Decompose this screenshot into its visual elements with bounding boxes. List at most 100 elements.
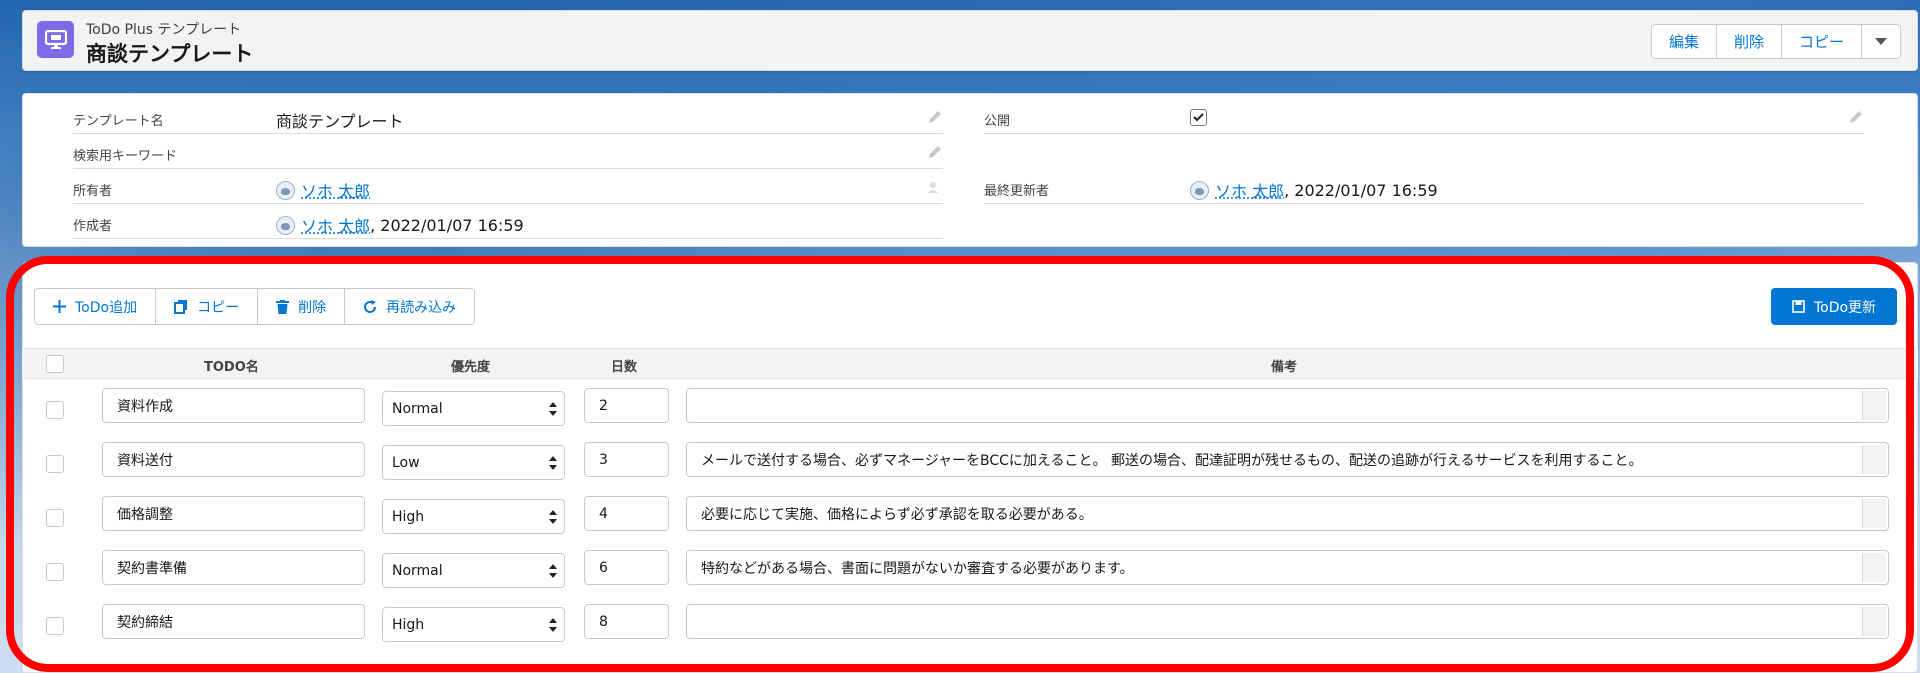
priority-value: High [392,616,425,633]
avatar [276,215,295,235]
row-checkbox[interactable] [46,455,64,473]
copy-icon [174,300,188,314]
chevron-down-icon [1875,37,1887,45]
copy-todo-button[interactable]: コピー [156,289,259,324]
resize-handle-icon[interactable] [1862,391,1886,420]
priority-select[interactable]: High [382,607,565,642]
template-object-icon [37,21,74,58]
note-textarea[interactable]: 必要に応じて実施、価格によらず必ず承認を取る必要がある。 [686,496,1889,531]
trash-icon [276,299,290,314]
avatar [276,180,295,200]
delete-todo-button[interactable]: 削除 [258,289,346,324]
field-owner: 所有者 ソホ 太郎 [73,169,943,204]
page-title: 商談テンプレート [86,42,254,66]
resize-handle-icon[interactable] [1862,553,1886,582]
owner-link[interactable]: ソホ 太郎 [301,178,370,202]
row-checkbox[interactable] [46,563,64,581]
note-textarea[interactable]: 特約などがある場合、書面に問題がないか審査する必要があります。 [686,550,1889,585]
owner-value: ソホ 太郎 [276,178,370,202]
note-textarea[interactable] [686,604,1889,639]
reload-label: 再読み込み [386,299,457,316]
pencil-icon[interactable] [1848,109,1864,125]
modifier-link[interactable]: ソホ 太郎 [1215,178,1284,202]
modified-date: , 2022/01/07 16:59 [1284,180,1438,200]
created-date: , 2022/01/07 16:59 [370,215,524,235]
table-row: 契約書準備 Normal 6 特約などがある場合、書面に問題がないか審査する必要… [22,542,1918,596]
save-icon [1792,300,1805,313]
creator-value: ソホ 太郎 , 2022/01/07 16:59 [276,213,524,237]
table-row: 資料送付 Low 3 メールで送付する場合、必ずマネージャーをBCCに加えること… [22,434,1918,488]
field-label: 作成者 [73,219,113,234]
table-row: 価格調整 High 4 必要に応じて実施、価格によらず必ず承認を取る必要がある。 [22,488,1918,542]
days-input[interactable]: 3 [584,442,669,477]
record-header: ToDo Plus テンプレート 商談テンプレート 編集 削除 コピー [22,10,1918,71]
resize-handle-icon[interactable] [1862,499,1886,528]
field-creator: 作成者 ソホ 太郎 , 2022/01/07 16:59 [73,204,943,239]
field-template-name: テンプレート名 商談テンプレート [73,99,943,134]
todo-name-input[interactable]: 資料作成 [102,388,365,423]
todo-name-input[interactable]: 資料送付 [102,442,365,477]
column-header-days: 日数 [611,360,638,375]
row-checkbox[interactable] [46,401,64,419]
row-checkbox[interactable] [46,617,64,635]
days-input[interactable]: 8 [584,604,669,639]
select-arrows-icon [549,456,557,470]
edit-button[interactable]: 編集 [1651,25,1717,58]
public-value [1190,109,1207,126]
resize-handle-icon[interactable] [1862,607,1886,636]
field-label: 公開 [984,114,1011,129]
select-arrows-icon [549,510,557,524]
delete-record-button[interactable]: 削除 [1716,25,1782,58]
priority-select[interactable]: Normal [382,391,565,426]
more-actions-button[interactable] [1862,25,1900,58]
avatar [1190,180,1209,200]
update-todo-label: ToDo更新 [1813,299,1877,316]
todo-name-input[interactable]: 契約書準備 [102,550,365,585]
table-row: 資料作成 Normal 2 [22,380,1918,434]
note-text: 必要に応じて実施、価格によらず必ず承認を取る必要がある。 [701,506,1093,523]
resize-handle-icon[interactable] [1862,445,1886,474]
field-value: 商談テンプレート [276,112,404,131]
note-text: メールで送付する場合、必ずマネージャーをBCCに加えること。 郵送の場合、配達証… [701,452,1643,469]
table-row: 契約締結 High 8 [22,596,1918,650]
column-header-notes: 備考 [1271,360,1298,375]
row-checkbox[interactable] [46,509,64,527]
pencil-icon[interactable] [927,109,943,125]
select-all-checkbox[interactable] [46,355,64,373]
plus-icon [53,300,66,313]
todo-name-input[interactable]: 価格調整 [102,496,365,531]
change-owner-icon[interactable] [927,179,943,195]
todo-name-input[interactable]: 契約締結 [102,604,365,639]
days-input[interactable]: 4 [584,496,669,531]
note-textarea[interactable]: メールで送付する場合、必ずマネージャーをBCCに加えること。 郵送の場合、配達証… [686,442,1889,477]
days-input[interactable]: 6 [584,550,669,585]
priority-select[interactable]: High [382,499,565,534]
todo-toolbar: ToDo追加 コピー 削除 再読み込み [34,288,476,325]
field-label: 最終更新者 [984,184,1050,199]
check-icon [1193,113,1204,122]
pencil-icon[interactable] [927,144,943,160]
add-todo-button[interactable]: ToDo追加 [35,289,157,324]
priority-select[interactable]: Normal [382,553,565,588]
field-label: 検索用キーワード [73,149,178,164]
todo-table-header: TODO名 優先度 日数 備考 [22,348,1918,379]
select-arrows-icon [549,564,557,578]
field-last-modified: 最終更新者 ソホ 太郎 , 2022/01/07 16:59 [984,169,1864,204]
note-textarea[interactable] [686,388,1889,423]
priority-value: Normal [392,562,443,579]
update-todo-button[interactable]: ToDo更新 [1771,288,1897,325]
days-input[interactable]: 2 [584,388,669,423]
reload-button[interactable]: 再読み込み [345,289,474,324]
field-label: テンプレート名 [73,114,164,129]
select-arrows-icon [549,618,557,632]
creator-link[interactable]: ソホ 太郎 [301,213,370,237]
copy-todo-label: コピー [197,299,240,316]
refresh-icon [364,299,377,313]
select-arrows-icon [549,402,557,416]
record-actions: 編集 削除 コピー [1650,24,1901,59]
column-header-todo-name: TODO名 [204,360,259,375]
copy-record-button[interactable]: コピー [1781,25,1862,58]
priority-select[interactable]: Low [382,445,565,480]
priority-value: High [392,508,425,525]
field-public: 公開 [984,99,1864,134]
